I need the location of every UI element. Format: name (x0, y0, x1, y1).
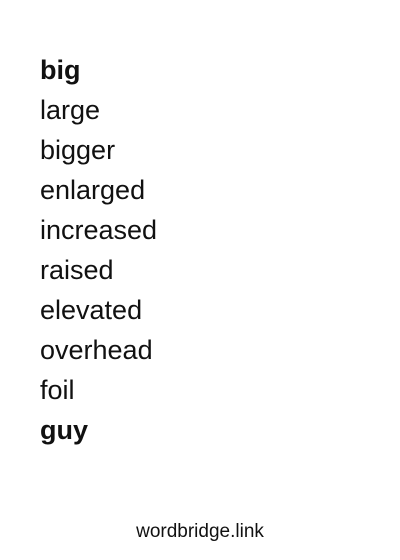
chain-word: overhead (40, 335, 153, 365)
chain-word: elevated (40, 295, 143, 325)
chain-word: increased (40, 215, 158, 245)
chain-word: enlarged (40, 175, 146, 205)
word-chain: big large bigger enlarged increased rais… (40, 50, 157, 450)
chain-word: raised (40, 255, 114, 285)
chain-word: foil (40, 375, 75, 405)
start-word: big (40, 55, 81, 85)
chain-word: large (40, 95, 101, 125)
end-word: guy (40, 415, 89, 445)
site-footer: wordbridge.link (136, 521, 264, 542)
chain-word: bigger (40, 135, 116, 165)
